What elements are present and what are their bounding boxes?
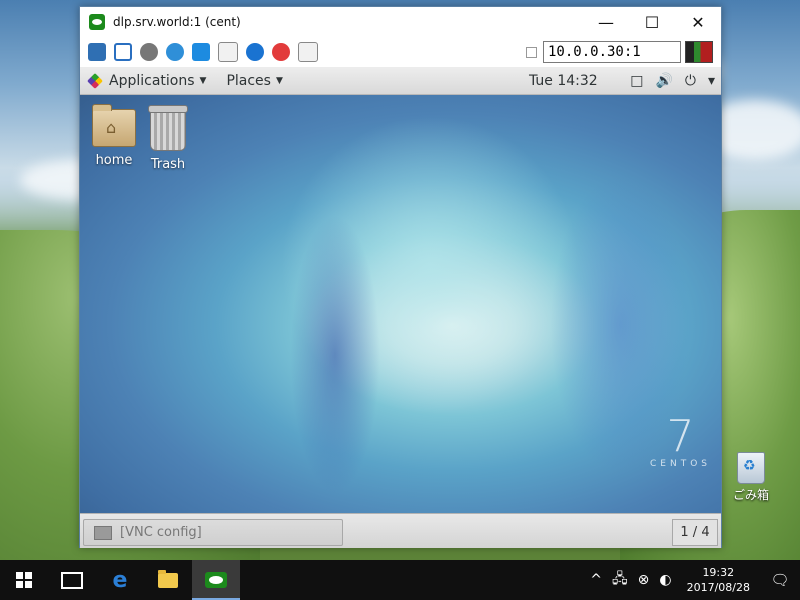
home-folder-icon: ⌂: [92, 104, 136, 147]
minimize-button[interactable]: —: [583, 7, 629, 37]
task-view-icon: [61, 571, 83, 589]
taskbar-clock[interactable]: 19:32 2017/08/28: [687, 565, 750, 595]
panel-clock[interactable]: Tue 14:32: [529, 73, 598, 89]
windows-key-icon[interactable]: [192, 43, 210, 61]
title-bar[interactable]: dlp.srv.world:1 (cent) — ☐ ✕: [80, 7, 721, 37]
gear-icon[interactable]: [140, 43, 158, 61]
refresh-icon[interactable]: [166, 43, 184, 61]
gnome-top-panel: Applications ▼ Places ▼ Tue 14:32 □ 🔊 ⏻ …: [80, 67, 721, 95]
centos-wordmark: CENTOS: [650, 459, 711, 469]
places-label: Places: [226, 72, 271, 89]
task-label: [VNC config]: [120, 525, 202, 540]
taskbar-time: 19:32: [702, 566, 735, 579]
mute-icon[interactable]: ⊗: [638, 572, 650, 588]
taskbar-date: 2017/08/28: [686, 581, 750, 594]
vnc-viewer-taskbar-button[interactable]: [192, 560, 240, 600]
maximize-button[interactable]: ☐: [629, 7, 675, 37]
recycle-bin-icon: [737, 452, 765, 484]
task-view-button[interactable]: [48, 560, 96, 600]
chevron-down-icon: ▼: [275, 75, 283, 86]
window-title: dlp.srv.world:1 (cent): [113, 15, 241, 29]
connection-indicator-icon[interactable]: [685, 41, 713, 63]
trash-label: Trash: [150, 157, 186, 172]
chevron-down-icon: ▼: [199, 75, 207, 86]
vnc-app-icon: [89, 14, 105, 30]
info-icon[interactable]: [246, 43, 264, 61]
trash-icon: [148, 105, 188, 151]
remote-desktop[interactable]: ⌂ home Trash 7 CENTOS: [80, 95, 721, 513]
network-icon[interactable]: 🖧: [612, 568, 628, 592]
fullscreen-icon[interactable]: [114, 43, 132, 61]
taskbar-item-vnc-config[interactable]: [VNC config]: [83, 519, 343, 546]
chevron-down-icon: ▾: [707, 72, 715, 89]
folder-icon: [158, 569, 178, 588]
places-menu[interactable]: Places ▼: [226, 73, 282, 89]
window-icon: [94, 525, 112, 540]
options-icon[interactable]: [88, 43, 106, 61]
applications-icon: [87, 72, 103, 89]
home-label: home: [95, 153, 133, 168]
vnc-toolbar: 10.0.0.30:1: [80, 37, 721, 67]
input-method-icon[interactable]: ◐: [659, 572, 671, 588]
workspace-switcher[interactable]: 1 / 4: [672, 519, 718, 546]
file-explorer-button[interactable]: [144, 560, 192, 600]
windows-taskbar: e ^ 🖧 ⊗ ◐ 19:32 2017/08/28 🗨: [0, 560, 800, 600]
recycle-bin-label: ごみ箱: [732, 488, 769, 502]
screen-icon: □: [630, 72, 644, 89]
start-button[interactable]: [0, 560, 48, 600]
wallpaper-band: [290, 215, 380, 495]
notification-icon[interactable]: 🗨: [760, 571, 800, 589]
vnc-app-icon: [205, 572, 227, 588]
gnome-bottom-panel: [VNC config] 1 / 4: [80, 513, 721, 548]
volume-icon: 🔊: [655, 72, 673, 89]
centos-version: 7: [666, 411, 695, 462]
centos-logo: 7 CENTOS: [650, 411, 711, 470]
address-checkbox[interactable]: [526, 46, 537, 58]
edge-button[interactable]: e: [96, 560, 144, 600]
disconnect-icon[interactable]: [272, 43, 290, 61]
applications-label: Applications: [109, 72, 195, 89]
transfer-icon[interactable]: [298, 42, 318, 62]
close-button[interactable]: ✕: [675, 7, 721, 37]
applications-menu[interactable]: Applications ▼: [109, 73, 206, 89]
chevron-up-icon[interactable]: ^: [590, 572, 602, 588]
home-folder[interactable]: ⌂ home: [86, 104, 142, 168]
address-field[interactable]: 10.0.0.30:1: [543, 41, 681, 63]
edge-icon: e: [112, 567, 128, 593]
recycle-bin[interactable]: ごみ箱: [727, 452, 775, 503]
clipboard-icon[interactable]: [218, 42, 238, 62]
system-tray: ^ 🖧 ⊗ ◐ 19:32 2017/08/28 🗨: [585, 560, 800, 600]
power-icon: ⏻: [684, 72, 696, 89]
windows-logo-icon: [16, 572, 32, 588]
trash-item[interactable]: Trash: [140, 105, 196, 172]
vnc-viewer-window[interactable]: dlp.srv.world:1 (cent) — ☐ ✕ 10.0.0.30:1…: [79, 6, 722, 548]
system-status-area[interactable]: □ 🔊 ⏻ ▾: [618, 73, 715, 89]
